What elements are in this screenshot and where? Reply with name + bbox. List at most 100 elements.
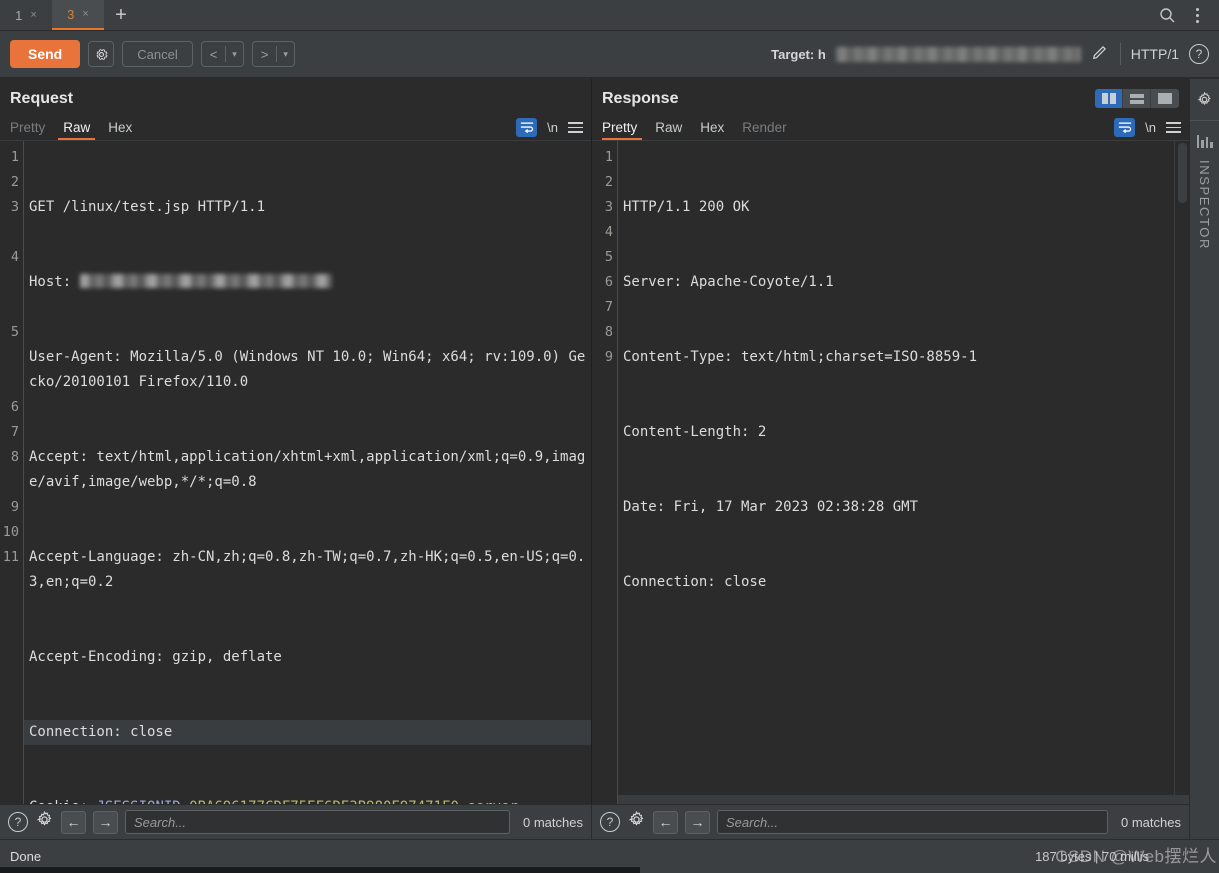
line-number: 3 — [10, 199, 19, 215]
line-number: 4 — [10, 249, 19, 265]
line-number: 2 — [10, 174, 19, 190]
tab-bar-actions — [1153, 0, 1219, 30]
request-tab-hex[interactable]: Hex — [99, 120, 141, 140]
layout-split-vertical-button[interactable] — [1095, 89, 1123, 108]
request-view-tabs: Pretty Raw Hex \n — [0, 114, 591, 140]
response-tab-render[interactable]: Render — [733, 120, 795, 140]
response-pane: Response Pretty Raw Hex Render \n 1 2 3 … — [592, 79, 1189, 804]
line-number: 1 — [10, 149, 19, 165]
line-number: 7 — [604, 299, 613, 315]
request-word-wrap-icon[interactable] — [516, 118, 538, 137]
request-search-forward-button[interactable]: → — [93, 810, 118, 834]
response-search-back-button[interactable]: ← — [653, 810, 678, 834]
response-search-help-icon[interactable]: ? — [600, 812, 620, 832]
kebab-menu-icon[interactable] — [1183, 2, 1211, 28]
line-number: 6 — [604, 274, 613, 290]
next-request-label: > — [260, 46, 269, 62]
search-bars: ? ← → 0 matches ? ← → 0 matches — [0, 804, 1189, 839]
request-editor[interactable]: 1 2 3 4 5 6 7 8 9 10 11 GET /linux/test.… — [0, 140, 591, 804]
tab-1-close-icon[interactable]: × — [30, 9, 36, 21]
code-line: GET /linux/test.jsp HTTP/1.1 — [29, 199, 266, 215]
watermark-text: CSDN @Web摆烂人 — [1055, 847, 1217, 866]
code-line: Content-Type: text/html;charset=ISO-8859… — [623, 349, 978, 365]
response-tab-actions: \n — [1114, 118, 1181, 140]
response-editor[interactable]: 1 2 3 4 5 6 7 8 9 HTTP/1.1 200 OK Server… — [592, 140, 1189, 804]
request-search-bar: ? ← → 0 matches — [0, 805, 592, 839]
code-line-selected — [618, 795, 1189, 804]
tab-3[interactable]: 3 × — [52, 0, 104, 30]
response-search-input[interactable] — [717, 810, 1109, 834]
line-number: 5 — [604, 249, 613, 265]
request-code[interactable]: GET /linux/test.jsp HTTP/1.1 Host: User-… — [24, 141, 591, 804]
prev-request-label: < — [209, 46, 218, 62]
target-label: Target: h — [771, 46, 826, 62]
code-line: Accept-Language: zh-CN,zh;q=0.8,zh-TW;q=… — [29, 549, 586, 590]
sidebar-settings-gear-icon[interactable] — [1190, 79, 1219, 121]
http-version-label[interactable]: HTTP/1 — [1131, 46, 1179, 62]
response-code[interactable]: HTTP/1.1 200 OK Server: Apache-Coyote/1.… — [618, 141, 1189, 804]
editor-divider — [1174, 141, 1175, 804]
request-search-gear-icon[interactable] — [35, 810, 54, 834]
code-line-host: Host: — [24, 270, 591, 295]
request-pane: Request Pretty Raw Hex \n 1 2 3 4 5 6 7 … — [0, 79, 592, 804]
next-chevron-down-icon[interactable]: ▾ — [277, 49, 294, 60]
add-tab-button[interactable]: + — [104, 0, 138, 30]
toolbar-right-group: Target: h HTTP/1 ? — [771, 42, 1209, 66]
response-search-forward-button[interactable]: → — [685, 810, 710, 834]
request-search-help-icon[interactable]: ? — [8, 812, 28, 832]
response-hamburger-menu-icon[interactable] — [1166, 122, 1181, 133]
edit-target-pencil-icon[interactable] — [1091, 42, 1110, 66]
prev-request-button[interactable]: < ▾ — [200, 41, 244, 67]
response-word-wrap-icon[interactable] — [1114, 118, 1136, 137]
code-line: Accept: text/html,application/xhtml+xml,… — [29, 449, 586, 490]
status-text: Done — [10, 849, 42, 864]
inspector-label[interactable]: INSPECTOR — [1197, 160, 1212, 250]
request-tab-pretty[interactable]: Pretty — [10, 120, 54, 140]
response-newline-toggle[interactable]: \n — [1145, 120, 1156, 135]
search-icon[interactable] — [1153, 2, 1181, 28]
tab-3-label: 3 — [67, 6, 75, 22]
request-search-input[interactable] — [125, 810, 511, 834]
code-line: Accept-Encoding: gzip, deflate — [29, 649, 282, 665]
request-settings-gear-icon[interactable] — [88, 41, 115, 67]
request-tab-raw[interactable]: Raw — [54, 120, 99, 140]
tab-bar: 1 × 3 × + — [0, 0, 1219, 31]
request-hamburger-menu-icon[interactable] — [568, 122, 583, 133]
tab-1[interactable]: 1 × — [0, 0, 52, 30]
response-tab-hex[interactable]: Hex — [691, 120, 733, 140]
code-line: Server: Apache-Coyote/1.1 — [623, 274, 834, 290]
line-number: 9 — [604, 349, 613, 365]
layout-split-horizontal-button[interactable] — [1123, 89, 1151, 108]
line-number: 10 — [2, 524, 19, 540]
line-number: 5 — [10, 324, 19, 340]
tab-1-label: 1 — [15, 7, 23, 23]
layout-single-pane-button[interactable] — [1151, 89, 1179, 108]
response-view-tabs: Pretty Raw Hex Render \n — [592, 114, 1189, 140]
request-newline-toggle[interactable]: \n — [547, 120, 558, 135]
request-title: Request — [10, 90, 74, 107]
tab-3-close-icon[interactable]: × — [82, 8, 88, 20]
next-request-button[interactable]: > ▾ — [251, 41, 295, 67]
request-search-back-button[interactable]: ← — [61, 810, 86, 834]
response-scrollbar[interactable] — [1178, 143, 1187, 203]
help-icon[interactable]: ? — [1189, 44, 1209, 64]
line-number-spacer — [0, 345, 23, 395]
cancel-button[interactable]: Cancel — [122, 41, 193, 67]
request-line-numbers: 1 2 3 4 5 6 7 8 9 10 11 — [0, 141, 24, 804]
response-search-gear-icon[interactable] — [627, 810, 646, 834]
response-tab-raw[interactable]: Raw — [646, 120, 691, 140]
response-tab-pretty[interactable]: Pretty — [602, 120, 646, 140]
send-button[interactable]: Send — [10, 40, 81, 68]
divider — [1119, 43, 1121, 65]
code-line: User-Agent: Mozilla/5.0 (Windows NT 10.0… — [29, 349, 586, 390]
code-line: Content-Length: 2 — [623, 424, 767, 440]
response-search-bar: ? ← → 0 matches — [592, 805, 1189, 839]
inspector-bars-icon[interactable] — [1196, 135, 1213, 148]
line-number: 9 — [10, 499, 19, 515]
code-line: Date: Fri, 17 Mar 2023 02:38:28 GMT — [623, 499, 919, 515]
prev-chevron-down-icon[interactable]: ▾ — [226, 49, 243, 60]
window-bottom-edge — [0, 867, 640, 873]
main-split: Request Pretty Raw Hex \n 1 2 3 4 5 6 7 … — [0, 79, 1189, 804]
